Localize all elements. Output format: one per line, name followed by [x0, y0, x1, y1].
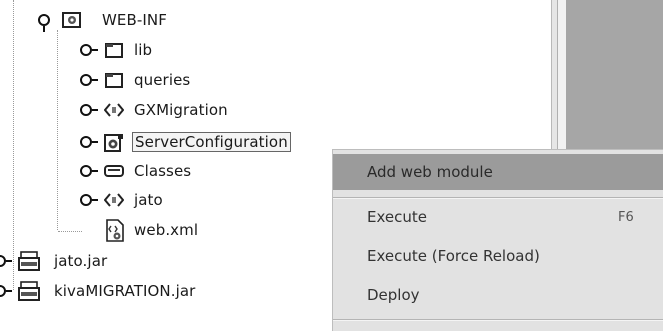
package-icon	[103, 191, 125, 209]
tree-node-lib[interactable]: lib	[80, 38, 152, 62]
tree-node-label: ServerConfiguration	[132, 132, 291, 152]
menu-item-add-web-module[interactable]: Add web module	[333, 154, 663, 190]
tree-node-queries[interactable]: queries	[80, 68, 190, 92]
tree-node-classes[interactable]: Classes	[80, 159, 191, 183]
tree-connector	[58, 231, 82, 232]
expand-toggle-icon[interactable]	[80, 136, 98, 148]
tree-node-label: jato.jar	[54, 252, 108, 270]
tree-node-label: WEB-INF	[102, 11, 167, 29]
menu-item-shortcut: F6	[618, 209, 634, 225]
expand-toggle-icon[interactable]	[80, 74, 98, 86]
classes-icon	[104, 162, 124, 180]
tree-node-web-xml[interactable]: web.xml	[80, 218, 198, 242]
config-icon	[104, 133, 124, 152]
tree-node-jato-jar[interactable]: jato.jar	[0, 249, 107, 273]
menu-item-execute-force-reload[interactable]: Execute (Force Reload)	[333, 238, 663, 274]
expand-toggle-icon[interactable]	[80, 194, 98, 206]
tree-node-label: GXMigration	[134, 101, 228, 119]
webinf-folder-icon	[62, 11, 82, 29]
tree-node-label: kivaMIGRATION.jar	[54, 282, 196, 300]
menu-separator	[333, 319, 663, 321]
folder-icon	[104, 71, 124, 89]
tree-node-serverconfiguration[interactable]: ServerConfiguration	[80, 130, 291, 154]
tree-node-label: Classes	[134, 162, 192, 180]
folder-icon	[104, 41, 124, 59]
tree-node-label: queries	[134, 71, 191, 89]
tree-node-gxmigration[interactable]: GXMigration	[80, 98, 228, 122]
tree-connector	[57, 30, 58, 230]
tree-node-web-inf[interactable]: WEB-INF	[38, 8, 167, 32]
expand-toggle-icon[interactable]	[80, 104, 98, 116]
menu-item-label: Execute (Force Reload)	[367, 247, 540, 265]
expand-toggle-icon[interactable]	[80, 165, 98, 177]
tree-node-label: lib	[134, 41, 153, 59]
context-menu: Add web module Execute F6 Execute (Force…	[332, 149, 663, 331]
collapse-toggle-icon[interactable]	[38, 14, 50, 32]
jar-icon	[18, 280, 42, 302]
expand-toggle-icon[interactable]	[80, 44, 98, 56]
xml-file-icon	[104, 219, 124, 242]
tree-node-label: jato	[134, 191, 163, 209]
menu-item-label: Add web module	[367, 163, 493, 181]
tree-node-jato[interactable]: jato	[80, 188, 163, 212]
jar-icon	[18, 250, 42, 272]
expand-toggle-icon[interactable]	[0, 255, 12, 267]
tree-connector	[13, 0, 14, 290]
menu-item-execute[interactable]: Execute F6	[333, 199, 663, 235]
tree-node-label: web.xml	[134, 221, 199, 239]
menu-item-label: Deploy	[367, 286, 420, 304]
package-icon	[103, 101, 125, 119]
menu-item-label: Execute	[367, 208, 427, 226]
menu-item-deploy[interactable]: Deploy	[333, 277, 663, 313]
tree-node-kivamigration-jar[interactable]: kivaMIGRATION.jar	[0, 279, 195, 303]
expand-toggle-icon[interactable]	[0, 285, 12, 297]
